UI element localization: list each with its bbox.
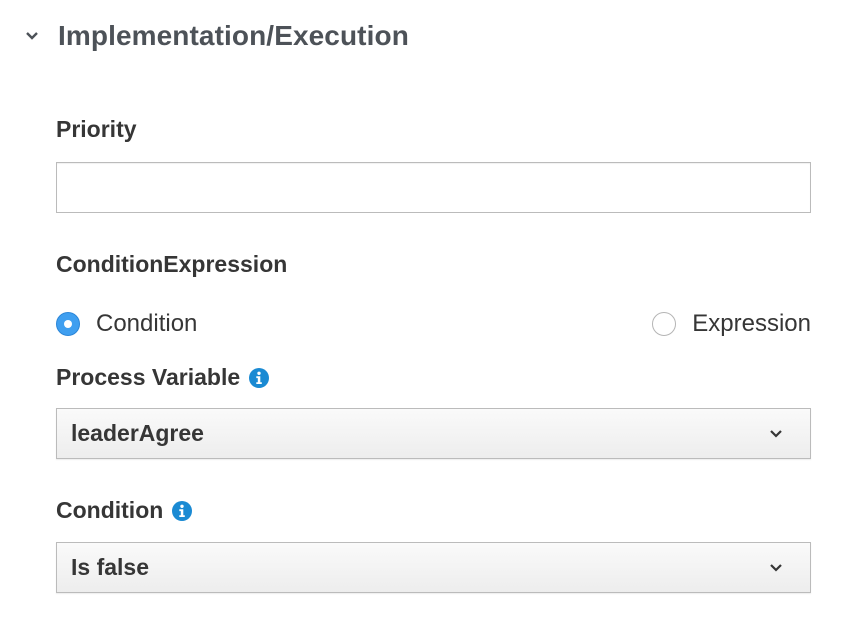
radio-condition[interactable]: Condition bbox=[56, 310, 197, 338]
condition-label-text: Condition bbox=[56, 497, 164, 523]
condition-label: Condition bbox=[56, 497, 193, 524]
chevron-down-icon[interactable] bbox=[22, 26, 42, 46]
priority-label-text: Priority bbox=[56, 116, 137, 142]
info-icon[interactable] bbox=[172, 500, 193, 521]
process-variable-label-text: Process Variable bbox=[56, 364, 241, 390]
radio-button-checked[interactable] bbox=[56, 312, 80, 336]
condition-value: Is false bbox=[71, 554, 149, 580]
radio-expression-label: Expression bbox=[692, 310, 811, 337]
process-variable-select[interactable]: leaderAgree bbox=[56, 408, 811, 459]
priority-input[interactable] bbox=[56, 162, 811, 213]
condition-expression-label: ConditionExpression bbox=[56, 251, 287, 278]
priority-label: Priority bbox=[56, 116, 137, 143]
chevron-down-icon bbox=[768, 426, 784, 442]
radio-condition-label: Condition bbox=[96, 310, 198, 337]
section-header-implementation[interactable]: Implementation/Execution bbox=[22, 14, 409, 58]
condition-expression-label-text: ConditionExpression bbox=[56, 251, 288, 277]
radio-button-unchecked[interactable] bbox=[652, 312, 677, 336]
process-variable-label: Process Variable bbox=[56, 364, 270, 391]
condition-select[interactable]: Is false bbox=[56, 542, 811, 593]
info-icon[interactable] bbox=[249, 367, 270, 388]
process-variable-value: leaderAgree bbox=[71, 420, 204, 446]
radio-expression[interactable]: Expression bbox=[652, 310, 811, 338]
section-title: Implementation/Execution bbox=[58, 20, 409, 51]
chevron-down-icon bbox=[768, 560, 784, 576]
